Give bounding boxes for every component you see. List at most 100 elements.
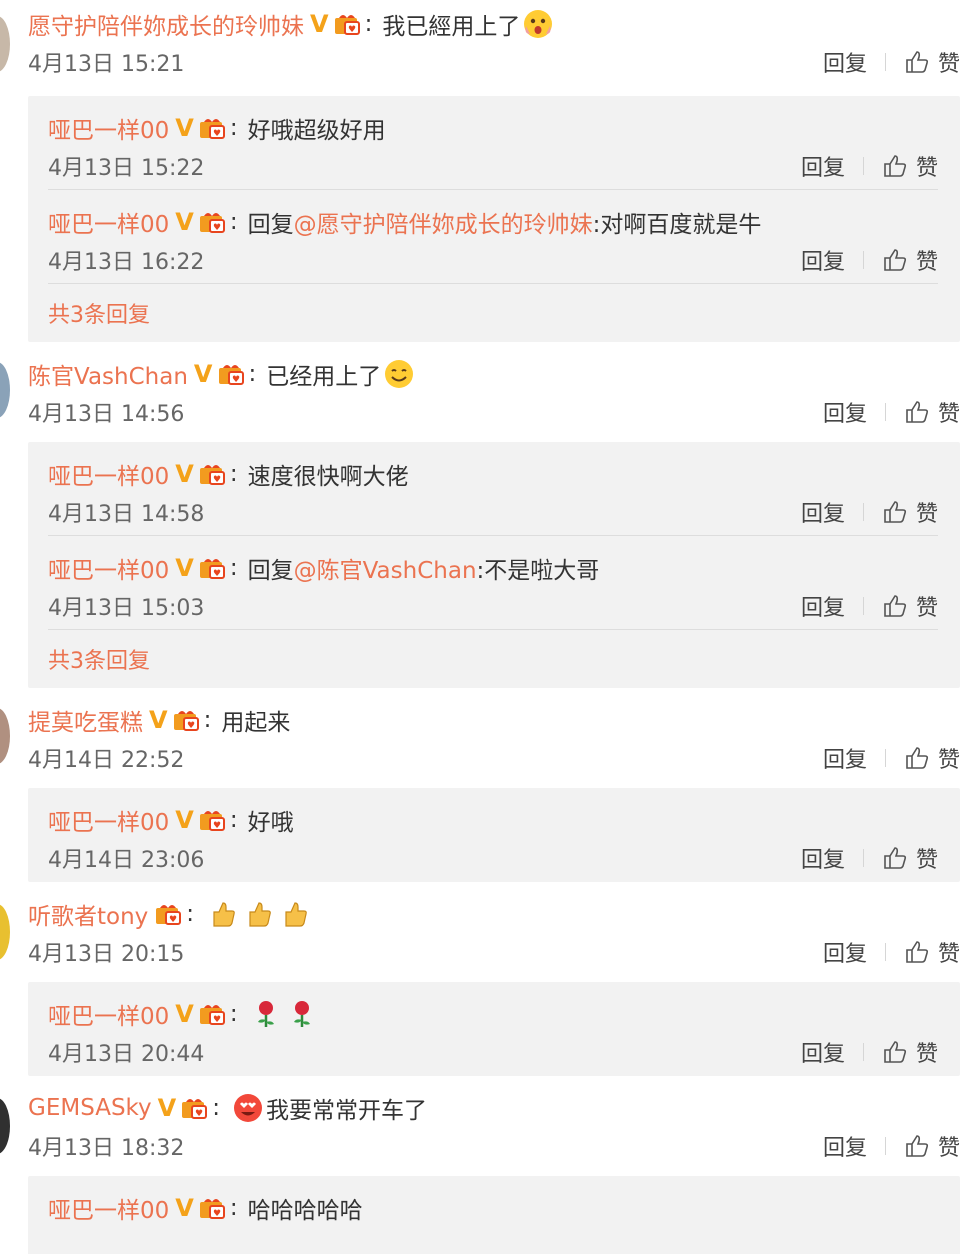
fan-badge-icon: ♥ — [217, 362, 245, 386]
avatar[interactable] — [0, 1098, 10, 1154]
reply-button[interactable]: 回复 — [801, 150, 845, 182]
username-link[interactable]: GEMSASky — [28, 1095, 152, 1121]
reply-button[interactable]: 回复 — [801, 590, 845, 622]
like-button[interactable]: 赞 — [916, 244, 938, 276]
like-button[interactable]: 赞 — [916, 590, 938, 622]
reply-prefix: 回复 — [247, 212, 294, 238]
reply-button[interactable]: 回复 — [823, 46, 867, 78]
like-button[interactable]: 赞 — [916, 496, 938, 528]
like-icon[interactable] — [904, 49, 930, 75]
divider — [884, 53, 886, 71]
reply-button[interactable]: 回复 — [823, 1130, 867, 1162]
shocked-face-emoji-icon — [522, 8, 554, 40]
verified-icon: V — [175, 460, 194, 488]
comment-actions: 回复 赞 — [823, 1130, 960, 1162]
svg-text:♥: ♥ — [195, 1109, 203, 1119]
like-icon[interactable] — [882, 845, 908, 871]
username-link[interactable]: 哑巴一样00 — [48, 205, 169, 239]
fan-badge-icon: ♥ — [172, 708, 200, 732]
svg-text:♥: ♥ — [348, 25, 356, 35]
reply-item: 哑巴一样00 V ♥ : 速度很快啊大佬 4月13日 14:58 回复 赞 — [48, 442, 938, 536]
timestamp: 4月13日 16:22 — [48, 250, 205, 275]
reply-button[interactable]: 回复 — [823, 396, 867, 428]
timestamp: 4月13日 15:21 — [28, 52, 185, 77]
svg-text:♥: ♥ — [213, 1015, 221, 1025]
comment-meta: 4月13日 14:56 回复 赞 — [28, 394, 960, 430]
fan-badge-icon: ♥ — [180, 1096, 208, 1120]
reply-button[interactable]: 回复 — [801, 842, 845, 874]
like-icon[interactable] — [882, 1039, 908, 1065]
like-button[interactable]: 赞 — [938, 396, 960, 428]
reply-button[interactable]: 回复 — [801, 496, 845, 528]
reply-button[interactable]: 回复 — [801, 1036, 845, 1068]
like-button[interactable]: 赞 — [916, 842, 938, 874]
avatar[interactable] — [0, 362, 10, 418]
comment-meta: 4月13日 20:15 回复 赞 — [28, 934, 960, 970]
like-icon[interactable] — [904, 745, 930, 771]
view-all-replies-link[interactable]: 共3条回复 — [48, 284, 938, 342]
like-button[interactable]: 赞 — [938, 1130, 960, 1162]
reply-meta: 4月13日 16:22 回复 赞 — [48, 242, 938, 278]
colon: : — [212, 1095, 220, 1121]
reply-button[interactable]: 回复 — [823, 742, 867, 774]
reply-text: :对啊百度就是牛 — [592, 212, 762, 238]
fan-badge-icon: ♥ — [333, 12, 361, 36]
svg-text:♥: ♥ — [187, 721, 195, 731]
avatar[interactable] — [0, 904, 10, 960]
username-link[interactable]: 提莫吃蛋糕 — [28, 703, 143, 737]
mention-link[interactable]: @愿守护陪伴妳成长的玲帅妹 — [294, 205, 593, 239]
divider — [862, 503, 864, 521]
reply-meta: 4月13日 15:22 回复 赞 — [48, 148, 938, 184]
like-icon[interactable] — [882, 499, 908, 525]
reply-prefix: 回复 — [247, 558, 294, 584]
colon: : — [229, 555, 238, 581]
view-all-replies-link[interactable]: 共3条回复 — [48, 630, 938, 688]
username-link[interactable]: 哑巴一样00 — [48, 551, 169, 585]
comment-actions: 回复 赞 — [823, 742, 960, 774]
reply-button[interactable]: 回复 — [801, 244, 845, 276]
reply-item: 哑巴一样00 V ♥ : 哈哈哈哈哈 — [48, 1176, 938, 1254]
username-link[interactable]: 哑巴一样00 — [48, 111, 169, 145]
username-link[interactable]: 陈官VashChan — [28, 357, 188, 391]
like-button[interactable]: 赞 — [916, 150, 938, 182]
reply-text: 速度很快啊大佬 — [247, 464, 409, 490]
like-button[interactable]: 赞 — [938, 936, 960, 968]
reply-button[interactable]: 回复 — [823, 936, 867, 968]
svg-text:♥: ♥ — [231, 375, 239, 385]
divider — [884, 749, 886, 767]
reply-actions: 回复 赞 — [801, 1036, 938, 1068]
like-icon[interactable] — [882, 153, 908, 179]
comment-meta: 4月13日 15:21 回复 赞 — [28, 44, 960, 80]
like-icon[interactable] — [882, 247, 908, 273]
username-link[interactable]: 哑巴一样00 — [48, 997, 169, 1031]
comment-actions: 回复 赞 — [823, 936, 960, 968]
like-button[interactable]: 赞 — [938, 46, 960, 78]
like-button[interactable]: 赞 — [916, 1036, 938, 1068]
verified-icon: V — [175, 1000, 194, 1028]
username-link[interactable]: 听歌者tony — [28, 897, 148, 931]
like-icon[interactable] — [904, 939, 930, 965]
verified-icon: V — [175, 114, 194, 142]
avatar[interactable] — [0, 16, 10, 72]
username-link[interactable]: 愿守护陪伴妳成长的玲帅妹 — [28, 7, 304, 41]
username-link[interactable]: 哑巴一样00 — [48, 457, 169, 491]
like-icon[interactable] — [904, 399, 930, 425]
fan-badge-icon: ♥ — [198, 210, 226, 234]
colon: : — [229, 115, 238, 141]
fan-badge-icon: ♥ — [198, 1196, 226, 1220]
reply-item: 哑巴一样00 V ♥ : 回复 @陈官VashChan :不是啦大哥 4月13日… — [48, 536, 938, 630]
like-icon[interactable] — [904, 1133, 930, 1159]
comment: GEMSASky V ♥ : 我要常常开车了 4月13日 18:32 回复 赞 — [28, 1076, 960, 1176]
comment-actions: 回复 赞 — [823, 396, 960, 428]
comment: 提莫吃蛋糕 V ♥ : 用起来 4月14日 22:52 回复 赞 — [28, 688, 960, 788]
username-link[interactable]: 哑巴一样00 — [48, 1191, 169, 1225]
comment-line: GEMSASky V ♥ : 我要常常开车了 — [28, 1088, 960, 1128]
timestamp: 4月13日 18:32 — [28, 1136, 185, 1161]
like-button[interactable]: 赞 — [938, 742, 960, 774]
avatar[interactable] — [0, 708, 10, 764]
comment-actions: 回复 赞 — [823, 46, 960, 78]
username-link[interactable]: 哑巴一样00 — [48, 803, 169, 837]
like-icon[interactable] — [882, 593, 908, 619]
mention-link[interactable]: @陈官VashChan — [294, 551, 477, 585]
colon: : — [229, 1001, 238, 1027]
